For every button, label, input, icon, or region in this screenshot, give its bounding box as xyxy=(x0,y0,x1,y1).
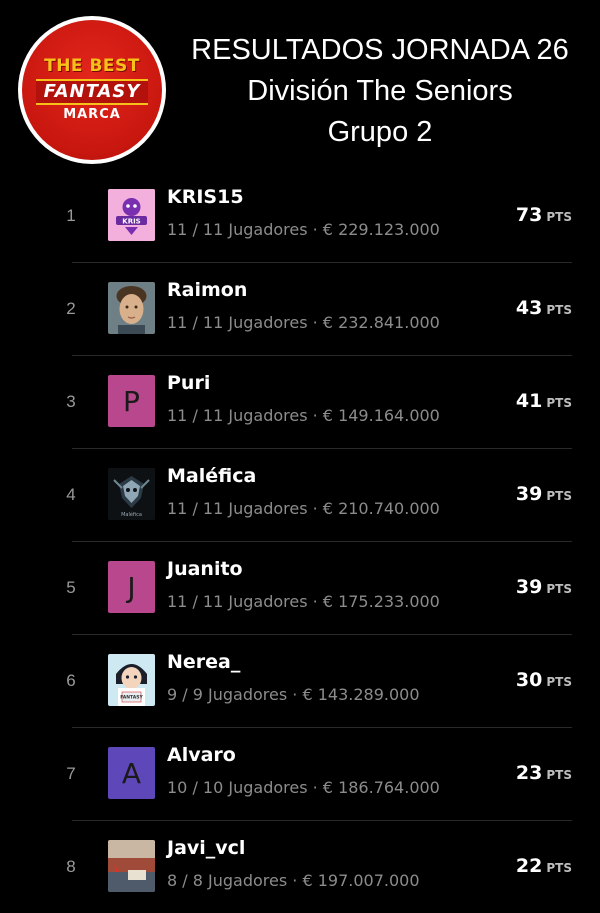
rank-number: 5 xyxy=(66,578,76,597)
points-value: 43 xyxy=(515,297,543,319)
team-name: Javi_vcl xyxy=(167,837,246,859)
points-unit: PTS xyxy=(546,303,572,317)
points-unit: PTS xyxy=(546,582,572,596)
team-meta: 10 / 10 Jugadores · € 186.764.000 xyxy=(167,778,440,797)
standings-row[interactable]: 7 A Alvaro 10 / 10 Jugadores · € 186.764… xyxy=(66,728,572,821)
brand-logo: THE BEST FANTASY MARCA xyxy=(18,16,166,164)
standings-row[interactable]: 6 FANTASY Nerea_ 9 / 9 Jugadores · € 143… xyxy=(66,635,572,728)
letter-avatar: P xyxy=(108,375,155,427)
team-points: 39 PTS xyxy=(516,483,572,505)
points-unit: PTS xyxy=(546,489,572,503)
team-meta: 11 / 11 Jugadores · € 232.841.000 xyxy=(167,313,440,332)
title-line-1: RESULTADOS JORNADA 26 xyxy=(191,34,569,66)
logo-badge: THE BEST FANTASY MARCA xyxy=(22,20,162,160)
kris-logo-icon: KRIS xyxy=(108,189,155,241)
team-name: KRIS15 xyxy=(167,186,244,208)
rank-number: 3 xyxy=(66,392,76,411)
team-meta: 11 / 11 Jugadores · € 210.740.000 xyxy=(167,499,440,518)
points-value: 73 xyxy=(515,204,543,226)
standings-row[interactable]: 8 Javi_vcl 8 / 8 Jugadores · € 197.007.0… xyxy=(66,821,572,913)
stadium-photo-icon xyxy=(108,840,155,892)
team-meta: 11 / 11 Jugadores · € 149.164.000 xyxy=(167,406,440,425)
svg-text:Maléfica: Maléfica xyxy=(121,511,142,518)
team-points: 22 PTS xyxy=(516,855,572,877)
standings-row[interactable]: 2 Raimon 11 / 11 Jugadores · € 232.841.0… xyxy=(66,263,572,356)
title-line-2: División The Seniors xyxy=(247,75,513,107)
team-name: Raimon xyxy=(167,279,248,301)
letter-avatar: J xyxy=(108,561,155,613)
team-name: Juanito xyxy=(167,558,243,580)
rank-number: 4 xyxy=(66,485,76,504)
team-meta: 11 / 11 Jugadores · € 229.123.000 xyxy=(167,220,440,239)
points-value: 22 xyxy=(515,855,543,877)
svg-text:KRIS: KRIS xyxy=(122,218,140,226)
team-points: 30 PTS xyxy=(516,669,572,691)
rank-number: 6 xyxy=(66,671,76,690)
points-value: 30 xyxy=(515,669,543,691)
anime-girl-icon: FANTASY xyxy=(108,654,155,706)
standings-row[interactable]: 3 P Puri 11 / 11 Jugadores · € 149.164.0… xyxy=(66,356,572,449)
logo-line-2: FANTASY xyxy=(35,79,149,105)
rank-number: 1 xyxy=(66,206,76,225)
points-unit: PTS xyxy=(546,768,572,782)
team-name: Maléfica xyxy=(167,465,257,487)
points-unit: PTS xyxy=(546,675,572,689)
standings-row[interactable]: 5 J Juanito 11 / 11 Jugadores · € 175.23… xyxy=(66,542,572,635)
team-meta: 8 / 8 Jugadores · € 197.007.000 xyxy=(167,871,420,890)
team-points: 43 PTS xyxy=(516,297,572,319)
points-unit: PTS xyxy=(546,861,572,875)
points-value: 39 xyxy=(515,576,543,598)
standings-row[interactable]: 1 KRIS KRIS15 11 / 11 Jugadores · € 229.… xyxy=(66,170,572,263)
team-points: 39 PTS xyxy=(516,576,572,598)
title-line-3: Grupo 2 xyxy=(327,116,433,148)
points-value: 39 xyxy=(515,483,543,505)
logo-line-1: THE BEST xyxy=(44,56,140,77)
points-unit: PTS xyxy=(546,396,572,410)
team-name: Alvaro xyxy=(167,744,236,766)
team-points: 23 PTS xyxy=(516,762,572,784)
logo-line-3: MARCA xyxy=(63,106,121,122)
rank-number: 2 xyxy=(66,299,76,318)
boy-photo-icon xyxy=(108,282,155,334)
page-title: RESULTADOS JORNADA 26 División The Senio… xyxy=(170,30,590,153)
team-name: Nerea_ xyxy=(167,651,241,673)
rank-number: 7 xyxy=(66,764,76,783)
standings-row[interactable]: 4 Maléfica Maléfica 11 / 11 Jugadores · … xyxy=(66,449,572,542)
points-value: 23 xyxy=(515,762,543,784)
letter-avatar: A xyxy=(108,747,155,799)
svg-text:FANTASY: FANTASY xyxy=(120,695,143,701)
points-value: 41 xyxy=(515,390,543,412)
rank-number: 8 xyxy=(66,857,76,876)
team-meta: 11 / 11 Jugadores · € 175.233.000 xyxy=(167,592,440,611)
points-unit: PTS xyxy=(546,210,572,224)
dark-emblem-icon: Maléfica xyxy=(108,468,155,520)
standings-list: 1 KRIS KRIS15 11 / 11 Jugadores · € 229.… xyxy=(66,170,572,913)
team-name: Puri xyxy=(167,372,211,394)
team-points: 41 PTS xyxy=(516,390,572,412)
team-points: 73 PTS xyxy=(516,204,572,226)
team-meta: 9 / 9 Jugadores · € 143.289.000 xyxy=(167,685,420,704)
